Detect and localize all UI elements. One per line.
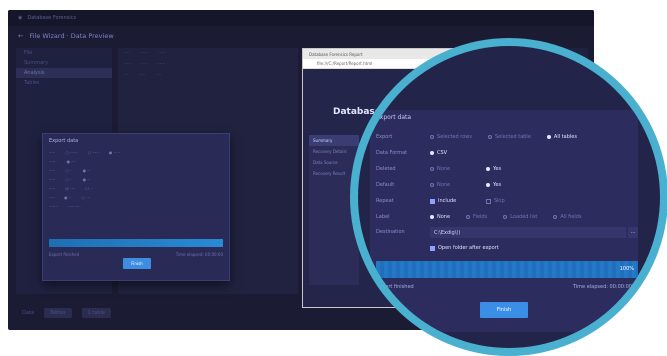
checkbox-include[interactable]: Include: [430, 198, 470, 204]
radio-icon: [430, 167, 434, 171]
radio-default-none[interactable]: None: [430, 182, 470, 188]
app-topbar: ◉ Database Forensics: [8, 10, 594, 26]
small-progress-bar: [49, 239, 223, 247]
radio-selected-rows[interactable]: Selected rows: [430, 134, 472, 140]
property-row: ···············: [124, 62, 166, 67]
browse-button[interactable]: ···: [628, 227, 638, 238]
elapsed-time: Time elapsed: 00:00:00: [572, 284, 632, 290]
magnifier-lens: Export data Export Selected rows Selecte…: [350, 38, 667, 356]
radio-icon: [466, 215, 471, 219]
report-nav-data-source[interactable]: Data Source: [309, 157, 359, 168]
row-label: Default: [376, 182, 395, 188]
checkbox-icon: [430, 198, 435, 204]
radio-label-loaded[interactable]: Loaded list: [503, 214, 537, 220]
dialog-row: ····· ○ ·· ● ··: [49, 168, 90, 173]
back-icon[interactable]: ←: [18, 32, 23, 40]
destination-row: Destination: [376, 227, 430, 237]
progress-fill: [376, 261, 638, 278]
export-row: Export Selected rows Selected table All …: [376, 132, 593, 142]
destination-label: Destination: [376, 229, 405, 235]
radio-icon: [486, 183, 490, 187]
radio-all-tables[interactable]: All tables: [546, 134, 577, 140]
small-time: Time elapsed: 00:00:00: [175, 252, 223, 257]
radio-icon: [553, 215, 558, 219]
nav-label: File Wizard · Data Preview: [29, 32, 114, 40]
progress-label: 100%: [619, 266, 634, 272]
nav-title: ← File Wizard · Data Preview: [8, 30, 318, 42]
report-nav-summary[interactable]: Summary: [309, 135, 359, 146]
export-dialog: Export data Export Selected rows Selecte…: [370, 110, 638, 332]
magnified-view: Export data Export Selected rows Selecte…: [358, 46, 660, 348]
url-text: file:///C:/Report/Report.html: [317, 61, 373, 66]
app-logo-icon: ◉: [18, 15, 23, 21]
dialog-row: ······ ● ···: [49, 159, 76, 164]
export-dialog-small: Export data ····· ○ ······ ○ ····· ● ····· …: [42, 133, 230, 281]
export-dialog-title: Export data: [376, 114, 412, 121]
browser-tab-label: Database Forensics Report: [309, 51, 363, 57]
destination-input[interactable]: C:\Exdig\(): [430, 227, 626, 238]
radio-icon: [546, 135, 551, 139]
repeat-row: Repeat Include Skip: [376, 196, 521, 206]
checkbox-icon: [486, 198, 491, 204]
radio-default-yes[interactable]: Yes: [486, 182, 501, 188]
label-row: Label None Fields Loaded list All fields: [376, 212, 598, 222]
tree-item[interactable]: Summary: [16, 58, 112, 68]
checkbox-icon: [430, 245, 435, 251]
app-title: Database Forensics: [27, 15, 77, 21]
report-nav-recovery-details[interactable]: Recovery Details: [309, 146, 359, 157]
radio-label-none[interactable]: None: [430, 214, 450, 220]
property-row: ···············: [124, 51, 166, 56]
table-count: 1 table: [81, 308, 111, 318]
deleted-row: Deleted None Yes: [376, 164, 517, 174]
small-finish-button[interactable]: Finish: [123, 258, 151, 269]
checkbox-skip[interactable]: Skip: [486, 198, 505, 204]
dialog-row: ····· ○ ·· ● ··: [49, 177, 90, 182]
radio-icon: [430, 183, 434, 187]
export-progress-bar: 100%: [376, 261, 638, 278]
export-status: Export finished: [376, 284, 414, 290]
radio-csv[interactable]: CSV: [430, 150, 447, 156]
radio-icon: [430, 215, 434, 219]
data-format-row: Data Format CSV: [376, 148, 463, 158]
radio-icon: [430, 135, 434, 139]
finish-button[interactable]: Finish: [480, 302, 528, 318]
dialog-row: ····· ☑ ···· ☐ ··: [49, 186, 93, 191]
dialog-row: ···· ● ·· ○ ···: [49, 195, 90, 200]
radio-label-fields[interactable]: Fields: [466, 214, 487, 220]
open-folder-row: Open folder after export: [430, 243, 515, 253]
tree-item-selected[interactable]: Analysis: [16, 68, 112, 78]
bottom-label: Data: [22, 310, 34, 316]
radio-icon: [430, 151, 434, 155]
row-label: Deleted: [376, 166, 396, 172]
dialog-row: ······· ··········: [49, 204, 81, 209]
radio-selected-table[interactable]: Selected table: [487, 134, 531, 140]
row-label: Export: [376, 134, 393, 140]
tree-item[interactable]: Tables: [16, 78, 112, 88]
default-row: Default None Yes: [376, 180, 517, 190]
radio-icon: [503, 215, 508, 219]
radio-icon: [486, 167, 490, 171]
checkbox-open-folder[interactable]: Open folder after export: [430, 245, 499, 251]
dialog-title: Export data: [49, 138, 79, 144]
small-status: Export finished: [49, 252, 80, 257]
radio-label-all[interactable]: All fields: [553, 214, 582, 220]
row-label: Data Format: [376, 150, 408, 156]
radio-deleted-yes[interactable]: Yes: [486, 166, 501, 172]
radio-deleted-none[interactable]: None: [430, 166, 470, 172]
row-label: Repeat: [376, 198, 394, 204]
dialog-row: ····· ○ ······ ○ ····· ● ·····: [49, 150, 120, 155]
radio-icon: [487, 135, 492, 139]
tables-selector[interactable]: Tables: [43, 308, 72, 318]
tree-item[interactable]: File: [16, 48, 112, 58]
property-row: ··· ····· ····: [124, 73, 162, 78]
row-label: Label: [376, 214, 390, 220]
